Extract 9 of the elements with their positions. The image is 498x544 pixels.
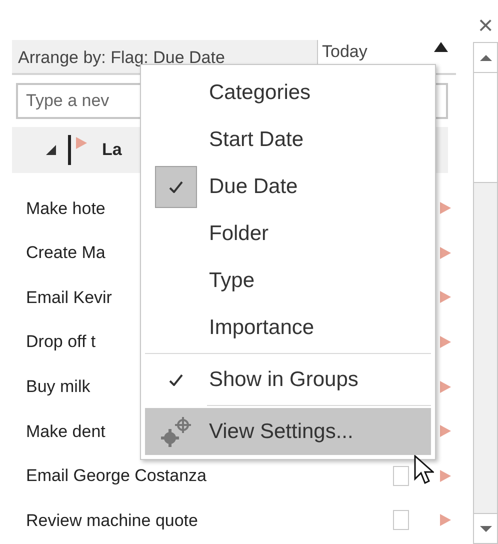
task-title: Email Kevir: [26, 286, 112, 309]
task-title: Review machine quote: [26, 510, 198, 532]
task-title: Drop off t: [26, 331, 96, 354]
task-title: Buy milk: [26, 376, 90, 398]
task-title: Create Ma: [26, 242, 106, 264]
task-title: Make dent: [26, 420, 106, 443]
task-title: Make hote: [26, 198, 106, 220]
group-label: La: [102, 139, 122, 162]
task-title: Email George Costanza: [26, 465, 206, 488]
